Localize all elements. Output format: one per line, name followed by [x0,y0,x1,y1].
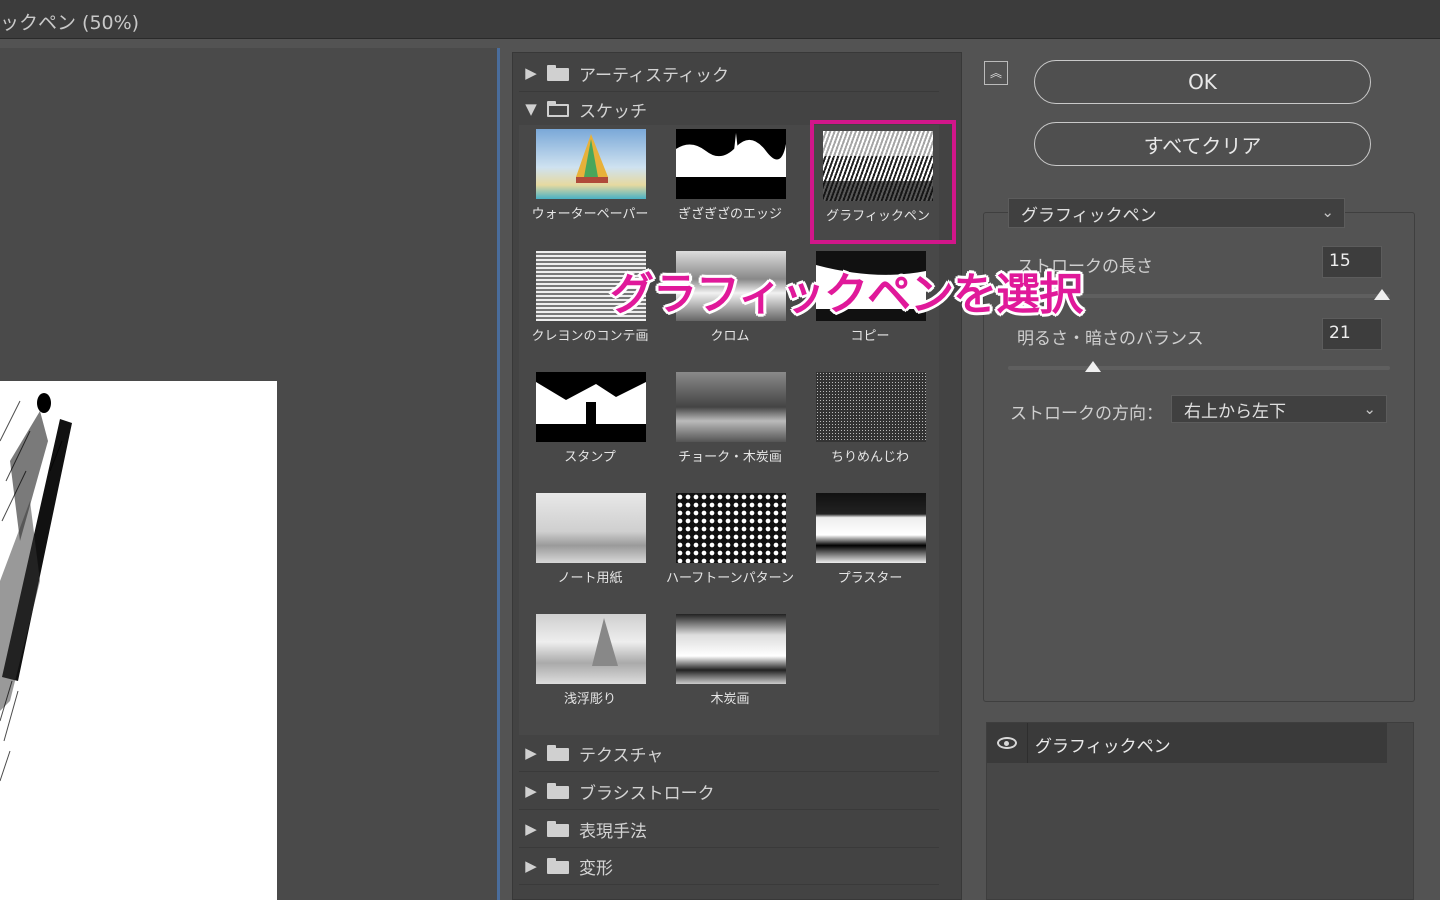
chevron-down-icon: ⌄ [1363,400,1376,418]
thumbnail-image [823,131,933,201]
filter-label: ハーフトーンパターン [666,571,794,586]
thumbnail-image [676,614,786,684]
category-label: スケッチ [579,101,647,122]
filter-graphic-pen[interactable]: グラフィックペン [799,120,956,244]
category-label: テクスチャ [579,745,664,766]
category-label: 変形 [579,858,613,879]
divider [1027,723,1028,763]
filter-label: 木炭画 [710,692,750,707]
balance-label: 明るさ・暗さのバランス [1017,329,1204,349]
expand-arrow-icon: ▶ [525,857,537,875]
filter-label: チョーク・木炭画 [678,450,782,465]
chevron-down-icon: ⌄ [1321,203,1334,221]
thumbnail-image [676,372,786,442]
filter-label: クレヨンのコンテ画 [531,329,649,344]
thumbnail-image [816,372,926,442]
open-folder-icon [547,101,569,117]
category-label: アーティスティック [579,65,729,86]
thumbnail-image [816,493,926,563]
expand-arrow-icon: ▶ [525,744,537,762]
folder-icon [547,745,569,761]
stroke-direction-value: 右上から左下 [1184,401,1286,422]
thumbnail-image [536,129,646,199]
filter-stamp[interactable]: スタンプ [519,368,649,478]
title-bar: ックペン (50%) [0,0,1440,39]
filter-label: グラフィックペン [826,209,930,224]
filter-charcoal[interactable]: 木炭画 [659,610,789,720]
thumbnail-image [536,493,646,563]
preview-canvas[interactable] [0,381,277,900]
filter-gallery: ▶ アーティスティック ▼ スケッチ ウォーターペーパー ぎざぎざのエッジ グラ… [512,52,962,900]
filter-label: コピー [850,329,890,344]
filter-label: ノート用紙 [557,571,623,586]
filter-bas-relief[interactable]: 浅浮彫り [519,610,649,720]
thumbnail-image [536,614,646,684]
folder-icon [547,858,569,874]
filter-select-value: グラフィックペン [1021,205,1157,226]
folder-icon [547,821,569,837]
stroke-direction-label: ストロークの方向： [1010,404,1163,424]
effect-layer-name: グラフィックペン [1035,737,1171,757]
filter-water-paper[interactable]: ウォーターペーパー [519,125,649,235]
filter-label: ウォーターペーパー [531,207,649,222]
category-sketch[interactable]: ▼ スケッチ [519,91,939,128]
filter-reticulation[interactable]: ちりめんじわ [799,368,929,478]
filter-plaster[interactable]: プラスター [799,489,929,599]
category-distort[interactable]: ▶ 変形 [519,848,939,885]
folder-icon [547,65,569,81]
filter-select[interactable]: グラフィックペン ⌄ [1008,198,1345,228]
filter-label: 浅浮彫り [563,692,616,707]
sketch-thumbnails: ウォーターペーパー ぎざぎざのエッジ グラフィックペン クレヨンのコンテ画 クロ… [519,120,956,735]
filter-label: プラスター [837,571,903,586]
category-label: ブラシストローク [579,783,715,804]
stroke-length-input[interactable]: 15 [1322,246,1382,278]
category-label: 表現手法 [579,821,647,842]
category-stylize[interactable]: ▶ 表現手法 [519,811,939,848]
annotation-callout: グラフィックペンを選択 [610,269,1083,320]
eye-icon[interactable] [997,737,1017,749]
preview-pane[interactable] [0,48,500,900]
folder-icon [547,783,569,799]
filter-label: ちりめんじわ [830,450,909,465]
category-artistic[interactable]: ▶ アーティスティック [519,55,939,92]
collapse-arrow-icon: ▼ [525,100,537,118]
thumbnail-image [676,129,786,199]
filter-label: ぎざぎざのエッジ [677,207,782,222]
ok-button[interactable]: OK [1034,60,1371,104]
category-brush-strokes[interactable]: ▶ ブラシストローク [519,773,939,810]
category-texture[interactable]: ▶ テクスチャ [519,735,939,772]
clear-all-button[interactable]: すべてクリア [1034,122,1371,166]
balance-slider[interactable] [1008,366,1390,370]
effect-layer-row[interactable]: グラフィックペン [987,723,1387,763]
balance-input[interactable]: 21 [1322,318,1382,350]
filter-torn-edges[interactable]: ぎざぎざのエッジ [659,125,789,235]
filter-halftone-pattern[interactable]: ハーフトーンパターン [659,489,794,599]
collapse-gallery-icon[interactable]: ︽ [984,61,1008,85]
expand-arrow-icon: ▶ [525,64,537,82]
stroke-direction-select[interactable]: 右上から左下 ⌄ [1171,395,1387,423]
thumbnail-image [676,493,786,563]
window-title: ックペン (50%) [0,12,140,34]
balance-slider-handle[interactable] [1084,361,1101,372]
filter-label: スタンプ [564,450,616,465]
expand-arrow-icon: ▶ [525,782,537,800]
preview-image [0,393,72,782]
filter-label: クロム [710,329,750,344]
filter-chalk-charcoal[interactable]: チョーク・木炭画 [659,368,789,478]
expand-arrow-icon: ▶ [525,820,537,838]
filter-note-paper[interactable]: ノート用紙 [519,489,649,599]
effect-layers-panel: グラフィックペン [986,722,1414,900]
stroke-length-slider-handle[interactable] [1374,289,1390,300]
thumbnail-image [536,372,646,442]
